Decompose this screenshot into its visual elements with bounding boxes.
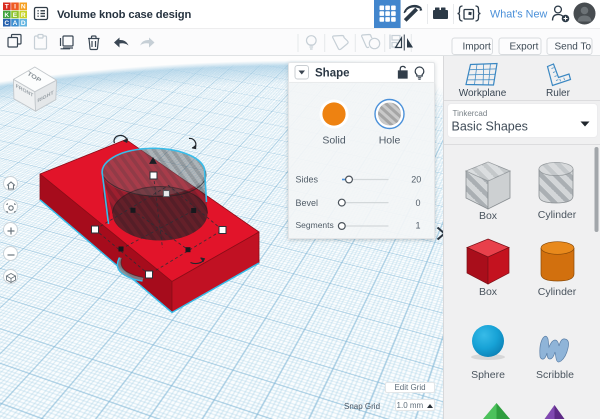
svg-text:D: D xyxy=(21,20,26,27)
svg-text:Hole: Hole xyxy=(379,135,401,147)
svg-text:Segments: Segments xyxy=(296,220,334,230)
svg-text:Sides: Sides xyxy=(296,175,319,185)
svg-text:E: E xyxy=(13,12,18,19)
svg-text:Workplane: Workplane xyxy=(459,88,507,99)
svg-text:Shape: Shape xyxy=(315,68,350,80)
svg-text:Scribble: Scribble xyxy=(536,369,574,381)
svg-text:Sphere: Sphere xyxy=(471,369,505,381)
svg-text:I: I xyxy=(14,4,16,11)
svg-text:Bevel: Bevel xyxy=(296,198,319,208)
svg-text:Send To: Send To xyxy=(555,42,592,53)
svg-text:Volume knob case design: Volume knob case design xyxy=(57,9,192,21)
svg-text:Ruler: Ruler xyxy=(546,88,571,99)
svg-text:What's New: What's New xyxy=(490,9,547,21)
svg-text:Box: Box xyxy=(479,286,498,298)
svg-text:0: 0 xyxy=(415,198,420,208)
svg-text:R: R xyxy=(21,12,26,19)
svg-text:20: 20 xyxy=(411,175,421,185)
svg-text:1: 1 xyxy=(415,221,420,231)
svg-text:N: N xyxy=(21,4,26,11)
svg-text:Tinkercad: Tinkercad xyxy=(453,109,488,118)
svg-text:K: K xyxy=(4,12,9,19)
svg-text:A: A xyxy=(13,20,18,27)
svg-text:Basic Shapes: Basic Shapes xyxy=(452,120,528,134)
svg-text:Box: Box xyxy=(479,210,498,222)
svg-text:C: C xyxy=(4,20,9,27)
svg-text:Import: Import xyxy=(463,42,492,53)
svg-text:Export: Export xyxy=(510,42,539,53)
svg-text:Cylinder: Cylinder xyxy=(538,286,577,298)
svg-text:Solid: Solid xyxy=(322,135,346,147)
svg-text:T: T xyxy=(5,4,9,11)
svg-text:Cylinder: Cylinder xyxy=(538,209,577,221)
